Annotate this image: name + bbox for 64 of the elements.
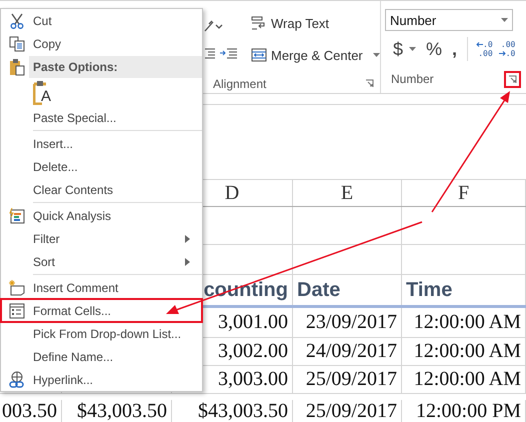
table-cell: 12:00:00 AM [414, 368, 521, 391]
dropdown-caret-icon [501, 18, 508, 22]
number-format-field[interactable]: Number [385, 9, 513, 31]
table-cell: 25/09/2017 [306, 368, 397, 391]
table-cell: 12:00:00 AM [414, 311, 521, 334]
comma-button[interactable]: , [448, 38, 462, 60]
wrap-text-icon [251, 16, 267, 30]
table-cell: 12:00:00 AM [414, 340, 521, 363]
table-cell: 3,002.00 [218, 340, 288, 363]
menu-item[interactable]: Cut [1, 9, 202, 32]
menu-item[interactable]: Delete... [1, 155, 202, 178]
menu-item[interactable]: Insert Comment [1, 276, 202, 299]
menu-item[interactable]: Hyperlink... [1, 368, 202, 391]
decrease-decimal-button[interactable]: .00 .0 [496, 40, 518, 58]
menu-item[interactable]: Pick From Drop-down List... [1, 322, 202, 345]
left-arrow-icon [476, 42, 484, 47]
table-cell: $43,003.50 [198, 400, 288, 422]
table-cell: 12:00:00 PM [416, 400, 521, 422]
table-cell: 23/09/2017 [306, 311, 397, 334]
menu-item[interactable]: Define Name... [1, 345, 202, 368]
decrease-indent-icon[interactable] [203, 47, 215, 59]
increase-decimal-button[interactable]: .0 .00 [474, 40, 495, 58]
menu-item[interactable]: Paste Special... [1, 106, 202, 129]
column-title: Time [406, 278, 452, 302]
comment-icon [8, 280, 26, 296]
copy-icon [9, 36, 25, 52]
increase-indent-icon[interactable] [219, 47, 237, 59]
menu-item[interactable]: Copy [1, 32, 202, 55]
hyperlink-icon [8, 370, 26, 388]
format-cells-icon [9, 302, 25, 318]
clipboard-icon [9, 58, 25, 76]
merge-cells-icon [251, 48, 267, 62]
quick-analysis-icon [9, 208, 25, 224]
group-label: Number [391, 72, 434, 86]
right-arrow-icon [498, 51, 506, 56]
menu-item[interactable]: Insert... [1, 132, 202, 155]
table-cell: 3,001.00 [218, 311, 288, 334]
column-header[interactable]: E [340, 182, 354, 204]
scissors-icon [9, 12, 25, 28]
menu-item[interactable]: Clear Contents [1, 178, 202, 201]
caret-icon[interactable] [409, 47, 416, 51]
section-header: Paste Options: [29, 56, 202, 78]
menu-item[interactable]: Filter [1, 227, 202, 250]
percent-button[interactable]: % [422, 38, 446, 60]
group-label: Alignment [213, 76, 266, 90]
column-header[interactable]: F [458, 182, 470, 204]
merge-center-button[interactable]: Merge & Center [249, 41, 382, 69]
table-cell: $43,003.50 [77, 400, 167, 422]
table-cell: 3,003.00 [218, 368, 288, 391]
caret-icon [372, 53, 380, 57]
submenu-arrow-icon [185, 234, 190, 242]
currency-button[interactable]: $ [389, 38, 408, 60]
menu-item[interactable]: Quick Analysis [1, 204, 202, 227]
table-cell: 003.50 [2, 400, 57, 422]
column-header[interactable]: D [224, 182, 240, 204]
table-cell: 24/09/2017 [306, 340, 397, 363]
column-title: Date [297, 278, 340, 302]
wrap-text-button[interactable]: Wrap Text [249, 9, 382, 37]
dialog-launcher-icon[interactable] [504, 70, 521, 88]
paste-button[interactable]: A [33, 79, 52, 105]
menu-item[interactable]: Format Cells... [1, 299, 202, 322]
menu-item[interactable]: Sort [1, 250, 202, 273]
submenu-arrow-icon [185, 258, 190, 266]
table-cell: 25/09/2017 [306, 400, 397, 422]
